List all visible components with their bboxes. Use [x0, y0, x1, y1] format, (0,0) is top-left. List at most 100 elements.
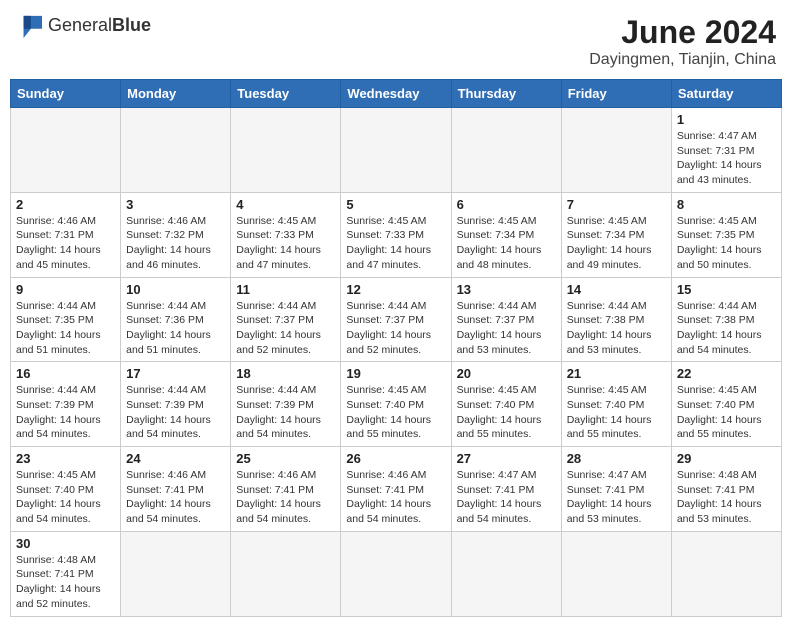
day-info: Sunrise: 4:47 AM Sunset: 7:41 PM Dayligh…	[567, 468, 666, 527]
day-number: 30	[16, 536, 115, 551]
day-number: 12	[346, 282, 445, 297]
day-info: Sunrise: 4:46 AM Sunset: 7:31 PM Dayligh…	[16, 214, 115, 273]
day-number: 13	[457, 282, 556, 297]
page-header: GeneralBlue June 2024 Dayingmen, Tianjin…	[10, 10, 782, 73]
calendar-day-cell	[671, 531, 781, 616]
day-number: 11	[236, 282, 335, 297]
calendar-day-cell	[121, 531, 231, 616]
day-number: 2	[16, 197, 115, 212]
day-number: 9	[16, 282, 115, 297]
calendar-day-cell: 27Sunrise: 4:47 AM Sunset: 7:41 PM Dayli…	[451, 447, 561, 532]
calendar-day-cell: 8 Sunrise: 4:45 AM Sunset: 7:35 PM Daylig…	[671, 192, 781, 277]
logo-text: GeneralBlue	[48, 16, 151, 36]
calendar-day-cell: 24Sunrise: 4:46 AM Sunset: 7:41 PM Dayli…	[121, 447, 231, 532]
day-number: 15	[677, 282, 776, 297]
day-info: Sunrise: 4:44 AM Sunset: 7:35 PM Dayligh…	[16, 299, 115, 358]
calendar-day-cell: 19 Sunrise: 4:45 AM Sunset: 7:40 PM Dayli…	[341, 362, 451, 447]
calendar-day-cell	[121, 108, 231, 193]
day-number: 20	[457, 366, 556, 381]
day-number: 28	[567, 451, 666, 466]
title-block: June 2024 Dayingmen, Tianjin, China	[589, 14, 776, 69]
day-info: Sunrise: 4:44 AM Sunset: 7:37 PM Dayligh…	[457, 299, 556, 358]
calendar-day-cell: 5 Sunrise: 4:45 AM Sunset: 7:33 PM Daylig…	[341, 192, 451, 277]
calendar-day-cell: 20Sunrise: 4:45 AM Sunset: 7:40 PM Dayli…	[451, 362, 561, 447]
calendar-week-row: 9 Sunrise: 4:44 AM Sunset: 7:35 PM Daylig…	[11, 277, 782, 362]
day-info: Sunrise: 4:45 AM Sunset: 7:34 PM Dayligh…	[457, 214, 556, 273]
calendar-day-cell	[561, 531, 671, 616]
weekday-header: Sunday	[11, 80, 121, 108]
day-number: 21	[567, 366, 666, 381]
calendar-day-cell: 9 Sunrise: 4:44 AM Sunset: 7:35 PM Daylig…	[11, 277, 121, 362]
day-info: Sunrise: 4:45 AM Sunset: 7:35 PM Dayligh…	[677, 214, 776, 273]
day-info: Sunrise: 4:45 AM Sunset: 7:40 PM Dayligh…	[677, 383, 776, 442]
day-number: 19	[346, 366, 445, 381]
day-number: 18	[236, 366, 335, 381]
calendar-day-cell: 29Sunrise: 4:48 AM Sunset: 7:41 PM Dayli…	[671, 447, 781, 532]
calendar-table: SundayMondayTuesdayWednesdayThursdayFrid…	[10, 79, 782, 617]
weekday-header: Monday	[121, 80, 231, 108]
calendar-day-cell	[451, 108, 561, 193]
calendar-day-cell	[561, 108, 671, 193]
day-info: Sunrise: 4:47 AM Sunset: 7:31 PM Dayligh…	[677, 129, 776, 188]
calendar-day-cell: 21 Sunrise: 4:45 AM Sunset: 7:40 PM Dayli…	[561, 362, 671, 447]
logo-label: GeneralBlue	[48, 15, 151, 35]
calendar-day-cell	[451, 531, 561, 616]
day-info: Sunrise: 4:46 AM Sunset: 7:41 PM Dayligh…	[346, 468, 445, 527]
calendar-day-cell: 26 Sunrise: 4:46 AM Sunset: 7:41 PM Dayli…	[341, 447, 451, 532]
calendar-week-row: 16 Sunrise: 4:44 AM Sunset: 7:39 PM Dayli…	[11, 362, 782, 447]
day-info: Sunrise: 4:45 AM Sunset: 7:40 PM Dayligh…	[346, 383, 445, 442]
day-number: 8	[677, 197, 776, 212]
weekday-header: Saturday	[671, 80, 781, 108]
day-info: Sunrise: 4:44 AM Sunset: 7:37 PM Dayligh…	[346, 299, 445, 358]
day-number: 10	[126, 282, 225, 297]
calendar-day-cell	[231, 108, 341, 193]
day-info: Sunrise: 4:46 AM Sunset: 7:41 PM Dayligh…	[236, 468, 335, 527]
calendar-day-cell: 28 Sunrise: 4:47 AM Sunset: 7:41 PM Dayli…	[561, 447, 671, 532]
calendar-day-cell: 4 Sunrise: 4:45 AM Sunset: 7:33 PM Daylig…	[231, 192, 341, 277]
day-info: Sunrise: 4:44 AM Sunset: 7:39 PM Dayligh…	[16, 383, 115, 442]
day-number: 27	[457, 451, 556, 466]
logo-icon	[16, 14, 44, 38]
calendar-day-cell: 10 Sunrise: 4:44 AM Sunset: 7:36 PM Dayli…	[121, 277, 231, 362]
month-title: June 2024	[589, 14, 776, 51]
day-info: Sunrise: 4:44 AM Sunset: 7:37 PM Dayligh…	[236, 299, 335, 358]
calendar-day-cell: 3 Sunrise: 4:46 AM Sunset: 7:32 PM Daylig…	[121, 192, 231, 277]
calendar-day-cell: 25Sunrise: 4:46 AM Sunset: 7:41 PM Dayli…	[231, 447, 341, 532]
day-info: Sunrise: 4:44 AM Sunset: 7:38 PM Dayligh…	[567, 299, 666, 358]
day-info: Sunrise: 4:45 AM Sunset: 7:33 PM Dayligh…	[346, 214, 445, 273]
calendar-day-cell: 1 Sunrise: 4:47 AM Sunset: 7:31 PM Daylig…	[671, 108, 781, 193]
day-number: 4	[236, 197, 335, 212]
calendar-day-cell: 2 Sunrise: 4:46 AM Sunset: 7:31 PM Daylig…	[11, 192, 121, 277]
calendar-week-row: 1 Sunrise: 4:47 AM Sunset: 7:31 PM Daylig…	[11, 108, 782, 193]
day-number: 7	[567, 197, 666, 212]
day-number: 6	[457, 197, 556, 212]
day-info: Sunrise: 4:44 AM Sunset: 7:39 PM Dayligh…	[236, 383, 335, 442]
day-info: Sunrise: 4:44 AM Sunset: 7:38 PM Dayligh…	[677, 299, 776, 358]
day-info: Sunrise: 4:48 AM Sunset: 7:41 PM Dayligh…	[16, 553, 115, 612]
day-number: 5	[346, 197, 445, 212]
calendar-day-cell: 30 Sunrise: 4:48 AM Sunset: 7:41 PM Dayli…	[11, 531, 121, 616]
day-number: 23	[16, 451, 115, 466]
day-info: Sunrise: 4:46 AM Sunset: 7:32 PM Dayligh…	[126, 214, 225, 273]
day-info: Sunrise: 4:45 AM Sunset: 7:40 PM Dayligh…	[567, 383, 666, 442]
day-number: 1	[677, 112, 776, 127]
calendar-day-cell	[341, 531, 451, 616]
day-number: 16	[16, 366, 115, 381]
day-info: Sunrise: 4:45 AM Sunset: 7:33 PM Dayligh…	[236, 214, 335, 273]
day-info: Sunrise: 4:45 AM Sunset: 7:34 PM Dayligh…	[567, 214, 666, 273]
calendar-day-cell	[11, 108, 121, 193]
calendar-day-cell: 18 Sunrise: 4:44 AM Sunset: 7:39 PM Dayli…	[231, 362, 341, 447]
day-number: 3	[126, 197, 225, 212]
day-number: 26	[346, 451, 445, 466]
calendar-day-cell: 6 Sunrise: 4:45 AM Sunset: 7:34 PM Daylig…	[451, 192, 561, 277]
calendar-day-cell	[341, 108, 451, 193]
calendar-week-row: 30 Sunrise: 4:48 AM Sunset: 7:41 PM Dayli…	[11, 531, 782, 616]
calendar-day-cell: 17Sunrise: 4:44 AM Sunset: 7:39 PM Dayli…	[121, 362, 231, 447]
weekday-header: Friday	[561, 80, 671, 108]
calendar-day-cell: 23Sunrise: 4:45 AM Sunset: 7:40 PM Dayli…	[11, 447, 121, 532]
calendar-day-cell: 7 Sunrise: 4:45 AM Sunset: 7:34 PM Daylig…	[561, 192, 671, 277]
calendar-day-cell: 13 Sunrise: 4:44 AM Sunset: 7:37 PM Dayli…	[451, 277, 561, 362]
calendar-day-cell	[231, 531, 341, 616]
day-info: Sunrise: 4:44 AM Sunset: 7:36 PM Dayligh…	[126, 299, 225, 358]
day-number: 29	[677, 451, 776, 466]
